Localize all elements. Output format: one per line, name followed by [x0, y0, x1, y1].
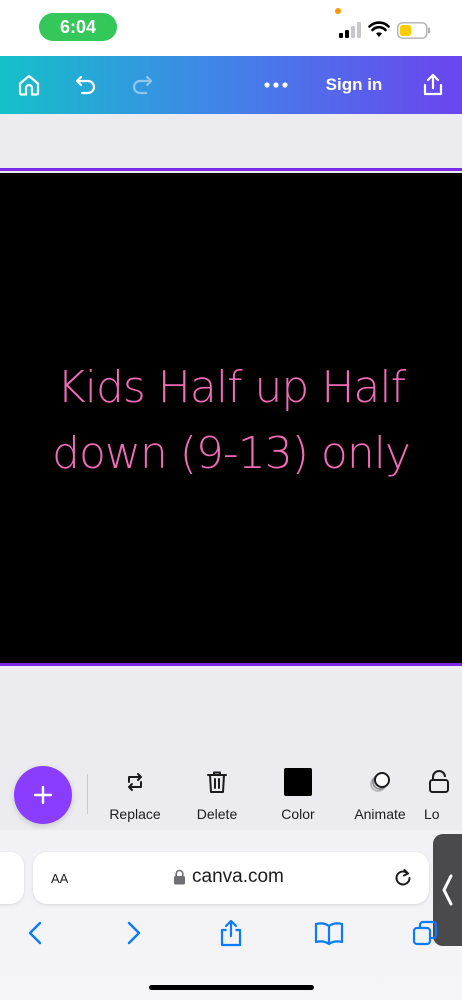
- more-options-button[interactable]: [255, 56, 297, 114]
- address-bar[interactable]: AA canva.com: [33, 852, 429, 904]
- reload-icon[interactable]: [391, 866, 415, 890]
- status-bar: 6:04: [0, 0, 462, 56]
- battery-low-icon: [397, 22, 431, 39]
- forward-icon: [127, 921, 141, 945]
- text-size-button[interactable]: AA: [51, 867, 68, 888]
- wifi-icon: [368, 21, 390, 37]
- design-text-line-2: down (9-13) only: [52, 428, 411, 479]
- color-tool[interactable]: Color: [258, 764, 338, 830]
- forward-button[interactable]: [119, 918, 149, 948]
- privacy-indicator-dot: [335, 8, 341, 14]
- tabs-button[interactable]: [410, 918, 440, 948]
- delete-tool[interactable]: Delete: [177, 764, 257, 830]
- design-text-element[interactable]: Kids Half up Half down (9-13) only: [11, 349, 451, 487]
- animate-icon: [370, 772, 390, 792]
- back-icon: [28, 921, 42, 945]
- bookmarks-button[interactable]: [314, 918, 344, 948]
- sign-in-button[interactable]: Sign in: [318, 56, 390, 114]
- home-icon: [18, 74, 40, 96]
- more-icon: [264, 82, 288, 88]
- back-button[interactable]: [20, 918, 50, 948]
- cellular-signal-icon: [339, 22, 361, 38]
- lock-label: Lo: [424, 806, 440, 822]
- browser-share-button[interactable]: [216, 918, 246, 948]
- editor-toolbar: Replace Delete Color Animate Lo: [0, 764, 462, 830]
- animate-label: Animate: [354, 806, 406, 822]
- toolbar-divider: [87, 774, 88, 814]
- status-time: 6:04: [39, 13, 117, 41]
- text-size-label: AA: [51, 871, 69, 886]
- animate-tool[interactable]: Animate: [340, 764, 420, 830]
- share-icon: [423, 73, 443, 96]
- home-indicator[interactable]: [149, 985, 314, 990]
- trash-icon: [207, 771, 227, 793]
- editor-topbar: Sign in: [0, 56, 462, 114]
- lock-icon: [429, 770, 449, 793]
- color-swatch: [284, 768, 312, 796]
- design-page[interactable]: Kids Half up Half down (9-13) only: [0, 173, 462, 663]
- undo-icon: [75, 75, 96, 95]
- bookmarks-icon: [314, 922, 344, 946]
- redo-icon: [132, 75, 153, 95]
- tabs-icon: [412, 920, 438, 946]
- chevron-left-icon: [442, 874, 453, 906]
- url-text: canva.com: [192, 866, 284, 887]
- browser-bottom-bar: AA canva.com: [0, 830, 462, 1000]
- design-text-line-1: Kids Half up Half: [56, 362, 406, 413]
- canvas-area[interactable]: Kids Half up Half down (9-13) only: [0, 114, 462, 764]
- previous-tab-pill[interactable]: [0, 852, 24, 904]
- share-button[interactable]: [412, 56, 454, 114]
- delete-label: Delete: [196, 806, 238, 822]
- share-icon: [220, 919, 242, 947]
- replace-tool[interactable]: Replace: [95, 764, 175, 830]
- replace-icon: [128, 773, 142, 791]
- lock-icon: [174, 869, 185, 885]
- color-label: Color: [281, 806, 315, 822]
- plus-icon: [33, 785, 53, 805]
- replace-label: Replace: [109, 806, 161, 822]
- home-button[interactable]: [10, 56, 48, 114]
- add-element-button[interactable]: [14, 766, 72, 824]
- undo-button[interactable]: [66, 56, 106, 114]
- redo-button[interactable]: [122, 56, 162, 114]
- lock-tool[interactable]: Lo: [424, 764, 462, 830]
